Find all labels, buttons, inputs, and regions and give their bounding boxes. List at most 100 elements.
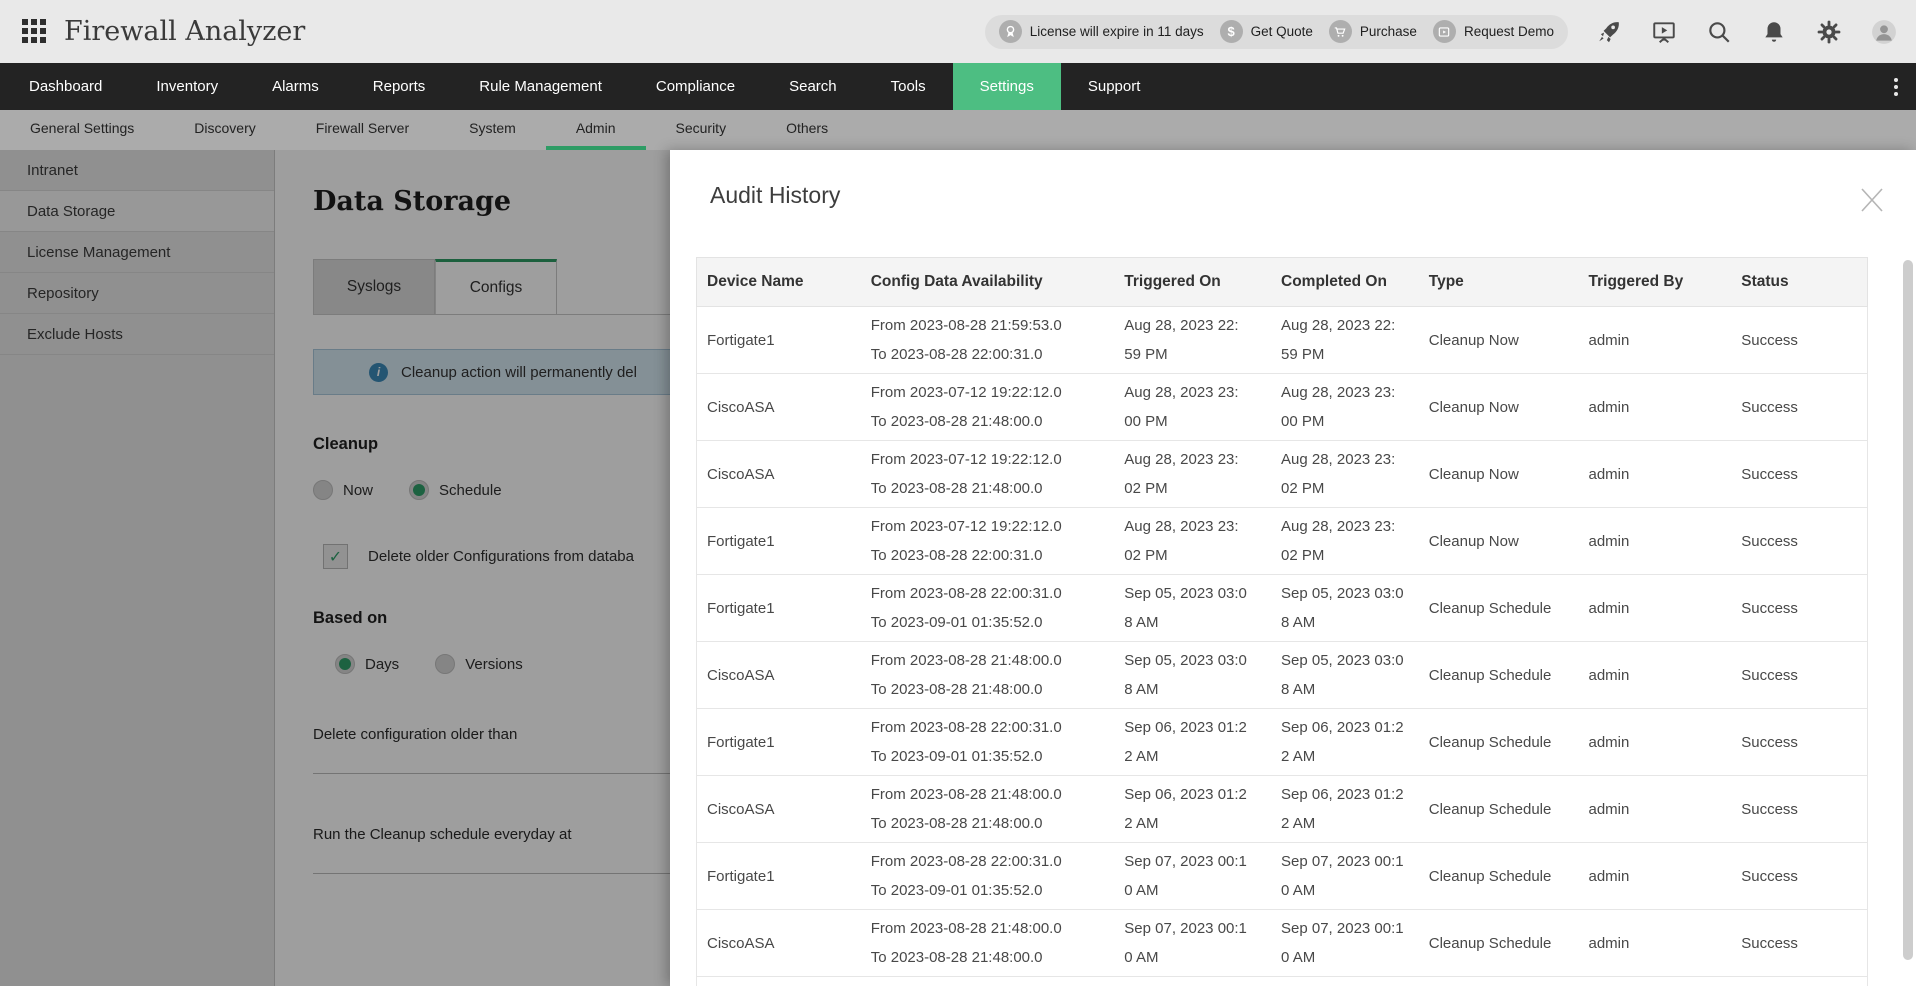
screen: Firewall Analyzer License will expire in…: [0, 0, 1916, 986]
table-cell: Cleanup Schedule: [1419, 795, 1579, 824]
cell-line: admin: [1589, 393, 1732, 422]
cell-line: From 2023-08-28 21:48:00.0: [871, 780, 1115, 809]
table-cell: Sep 05, 2023 03:08 AM: [1271, 579, 1419, 637]
sub-nav: General SettingsDiscoveryFirewall Server…: [0, 110, 1916, 150]
app-header: Firewall Analyzer License will expire in…: [0, 0, 1916, 63]
rocket-icon[interactable]: [1595, 18, 1623, 46]
cell-line: 8 AM: [1124, 675, 1271, 704]
table-cell: admin: [1579, 326, 1732, 355]
nav-item-alarms[interactable]: Alarms: [245, 63, 346, 110]
search-icon[interactable]: [1705, 18, 1733, 46]
subnav-item-security[interactable]: Security: [646, 110, 757, 150]
cell-line: 2 AM: [1124, 742, 1271, 771]
presentation-icon[interactable]: [1650, 18, 1678, 46]
table-cell: Success: [1731, 661, 1867, 690]
purchase-link[interactable]: Purchase: [1329, 20, 1417, 43]
main-nav: DashboardInventoryAlarmsReportsRule Mana…: [0, 63, 1916, 110]
table-cell: Cleanup Schedule: [1419, 661, 1579, 690]
nav-item-compliance[interactable]: Compliance: [629, 63, 762, 110]
table-cell: admin: [1579, 527, 1732, 556]
notifications-bell-icon[interactable]: [1760, 18, 1788, 46]
table-cell: Fortigate1: [697, 326, 861, 355]
cell-line: CiscoASA: [707, 661, 861, 690]
get-quote-link[interactable]: $ Get Quote: [1220, 20, 1313, 43]
cell-line: Cleanup Now: [1429, 326, 1579, 355]
cell-line: Success: [1741, 527, 1867, 556]
cell-line: Sep 07, 2023 00:1: [1124, 914, 1271, 943]
subnav-item-firewall-server[interactable]: Firewall Server: [286, 110, 439, 150]
nav-item-dashboard[interactable]: Dashboard: [2, 63, 129, 110]
cell-line: admin: [1589, 795, 1732, 824]
subnav-item-discovery[interactable]: Discovery: [164, 110, 285, 150]
nav-item-rule-management[interactable]: Rule Management: [452, 63, 629, 110]
scrollbar-thumb[interactable]: [1903, 260, 1913, 960]
table-row: Fortigate1From 2023-07-12 19:22:12.0To 2…: [696, 508, 1868, 575]
column-header-triggered-by: Triggered By: [1579, 273, 1732, 291]
table-row: Fortigate1From 2023-08-28 22:00:31.0To 2…: [696, 575, 1868, 642]
cell-line: Cleanup Schedule: [1429, 728, 1579, 757]
cell-line: Aug 28, 2023 23:: [1124, 378, 1271, 407]
cell-line: 0 AM: [1281, 943, 1419, 972]
cell-line: To 2023-08-28 22:00:31.0: [871, 340, 1115, 369]
cell-line: From 2023-08-28 21:48:00.0: [871, 646, 1115, 675]
subnav-item-admin[interactable]: Admin: [546, 110, 646, 150]
user-avatar[interactable]: [1870, 18, 1898, 46]
cell-line: Sep 05, 2023 03:0: [1281, 646, 1419, 675]
table-cell: Aug 28, 2023 22:59 PM: [1271, 311, 1419, 369]
table-cell: Success: [1731, 326, 1867, 355]
table-row: CiscoASAFrom 2023-08-28 21:48:00.0To 202…: [696, 642, 1868, 709]
nav-item-support[interactable]: Support: [1061, 63, 1168, 110]
table-cell: Cleanup Schedule: [1419, 862, 1579, 891]
nav-item-inventory[interactable]: Inventory: [129, 63, 245, 110]
subnav-item-others[interactable]: Others: [756, 110, 858, 150]
cell-line: Success: [1741, 393, 1867, 422]
cell-line: Cleanup Schedule: [1429, 862, 1579, 891]
table-cell: Fortigate1: [697, 527, 861, 556]
table-row: CiscoASAFrom 2023-08-28 21:48:00.0To 202…: [696, 776, 1868, 843]
subnav-item-system[interactable]: System: [439, 110, 546, 150]
table-cell: Cleanup Schedule: [1419, 929, 1579, 958]
cell-line: To 2023-08-28 22:00:31.0: [871, 541, 1115, 570]
table-cell: Cleanup Now: [1419, 527, 1579, 556]
cell-line: Sep 06, 2023 01:2: [1281, 713, 1419, 742]
cell-line: 8 AM: [1124, 608, 1271, 637]
cell-line: From 2023-08-28 22:00:31.0: [871, 713, 1115, 742]
table-cell: admin: [1579, 393, 1732, 422]
close-icon[interactable]: [1858, 186, 1886, 214]
nav-item-reports[interactable]: Reports: [346, 63, 453, 110]
nav-item-settings[interactable]: Settings: [953, 63, 1061, 110]
table-cell: Sep 06, 2023 01:22 AM: [1114, 780, 1271, 838]
cell-line: 02 PM: [1281, 474, 1419, 503]
request-demo-link[interactable]: Request Demo: [1433, 20, 1554, 43]
cell-line: admin: [1589, 594, 1732, 623]
app-launcher-icon[interactable]: [22, 19, 48, 45]
table-cell: CiscoASA: [697, 460, 861, 489]
cell-line: Sep 07, 2023 00:1: [1124, 847, 1271, 876]
cell-line: Sep 06, 2023 01:2: [1124, 780, 1271, 809]
subnav-item-general-settings[interactable]: General Settings: [0, 110, 164, 150]
cell-line: From 2023-07-12 19:22:12.0: [871, 445, 1115, 474]
cell-line: Success: [1741, 795, 1867, 824]
table-cell: From 2023-08-28 22:00:31.0To 2023-09-01 …: [861, 847, 1115, 905]
cell-line: From 2023-08-28 21:59:53.0: [871, 311, 1115, 340]
nav-item-search[interactable]: Search: [762, 63, 864, 110]
overflow-menu-icon[interactable]: [1876, 63, 1916, 110]
cell-line: To 2023-08-28 21:48:00.0: [871, 407, 1115, 436]
dollar-icon: $: [1220, 20, 1243, 43]
table-cell: From 2023-07-12 19:22:12.0To 2023-08-28 …: [861, 378, 1115, 436]
settings-gear-icon[interactable]: [1815, 18, 1843, 46]
cell-line: Aug 28, 2023 23:: [1124, 445, 1271, 474]
table-cell: Sep 05, 2023 03:08 AM: [1114, 579, 1271, 637]
cell-line: 0 AM: [1124, 943, 1271, 972]
table-row-partial: [696, 977, 1868, 986]
table-cell: Sep 06, 2023 01:22 AM: [1271, 713, 1419, 771]
table-row: CiscoASAFrom 2023-07-12 19:22:12.0To 202…: [696, 374, 1868, 441]
table-cell: Sep 05, 2023 03:08 AM: [1114, 646, 1271, 704]
audit-history-panel: Audit History Device NameConfig Data Ava…: [670, 150, 1916, 986]
nav-item-tools[interactable]: Tools: [864, 63, 953, 110]
table-cell: From 2023-08-28 21:48:00.0To 2023-08-28 …: [861, 914, 1115, 972]
cell-line: Sep 07, 2023 00:1: [1281, 847, 1419, 876]
table-cell: From 2023-08-28 21:48:00.0To 2023-08-28 …: [861, 646, 1115, 704]
table-cell: Cleanup Now: [1419, 460, 1579, 489]
cell-line: admin: [1589, 728, 1732, 757]
